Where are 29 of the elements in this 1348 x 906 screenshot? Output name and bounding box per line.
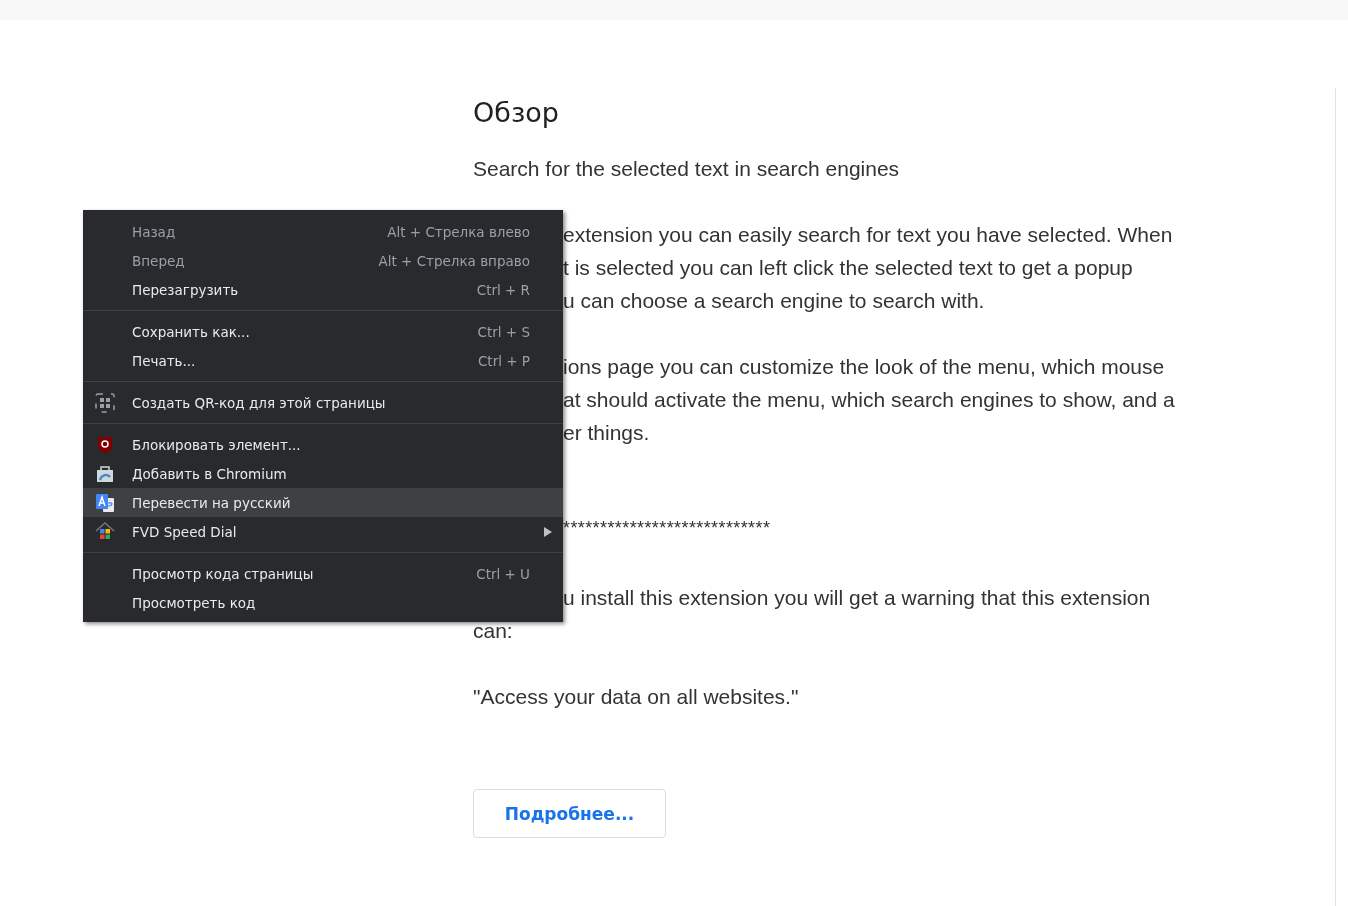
description-text: ions page you can customize the look of the menu, which mouse	[563, 354, 1165, 380]
page-heading: Обзор	[473, 96, 559, 130]
description-text: t is selected you can left click the selected text to get a popup	[563, 255, 1133, 281]
more-button[interactable]: Подробнее...	[473, 789, 666, 838]
description-text: extension you can easily search for text you have selected. When	[563, 222, 1173, 248]
menu-item[interactable]: Просмотр кода страницы Ctrl + U	[83, 559, 563, 588]
shopping-bag-icon	[95, 464, 115, 484]
menu-item[interactable]: FVD Speed Dial	[83, 517, 563, 546]
menu-item[interactable]: Перевести на русский	[83, 488, 563, 517]
shield-icon	[95, 435, 115, 455]
menu-item[interactable]: Создать QR-код для этой страницы	[83, 388, 563, 417]
qr-code-icon	[95, 393, 115, 413]
asterisk-divider-text: ****************************	[563, 517, 771, 540]
description-text: u install this extension you will get a warning that this extension	[563, 585, 1151, 611]
description-text: "Access your data on all websites."	[473, 684, 799, 710]
description-text: er things.	[563, 420, 650, 446]
description-text: at should activate the menu, which search engines to show, and a	[563, 387, 1175, 413]
speed-dial-icon	[95, 522, 115, 542]
menu-item[interactable]: Добавить в Chromium	[83, 459, 563, 488]
submenu-arrow-icon	[544, 527, 552, 537]
description-text: u can choose a search engine to search with.	[563, 288, 985, 314]
page-subtitle: Search for the selected text in search engines	[473, 156, 900, 182]
description-text: can:	[473, 618, 513, 644]
menu-item[interactable]: Печать... Ctrl + P	[83, 346, 563, 375]
translate-icon	[95, 493, 115, 513]
menu-item[interactable]: Сохранить как... Ctrl + S	[83, 317, 563, 346]
menu-item[interactable]: Блокировать элемент...	[83, 430, 563, 459]
menu-item[interactable]: Просмотреть код	[83, 588, 563, 617]
menu-item[interactable]: Перезагрузить Ctrl + R	[83, 275, 563, 304]
